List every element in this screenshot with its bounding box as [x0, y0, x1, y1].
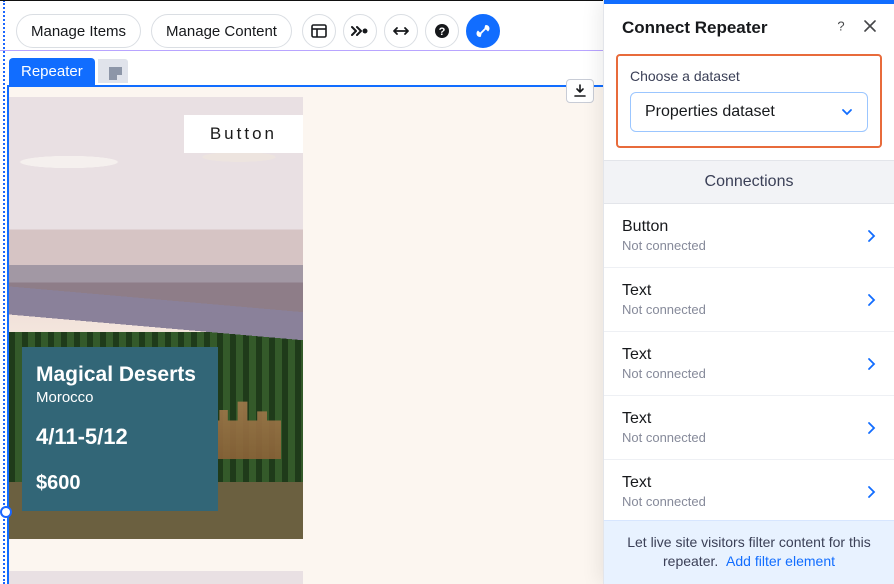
- download-chip-button[interactable]: [566, 79, 594, 103]
- manage-items-button[interactable]: Manage Items: [16, 14, 141, 48]
- connection-row-text[interactable]: Text Not connected: [604, 460, 894, 520]
- connection-row-button[interactable]: Button Not connected: [604, 204, 894, 268]
- repeater-item[interactable]: Button Magical Deserts Morocco 4/11-5/12…: [9, 571, 303, 584]
- connection-label: Text: [622, 282, 706, 300]
- connection-label: Text: [622, 346, 706, 364]
- card-info-panel: Magical Deserts Morocco 4/11-5/12 $600: [22, 347, 218, 511]
- help-icon-button[interactable]: ?: [425, 14, 459, 48]
- panel-close-button[interactable]: [864, 19, 876, 37]
- chevron-right-icon: [866, 229, 876, 243]
- connections-header: Connections: [604, 160, 894, 204]
- connections-list: Button Not connected Text Not connected …: [604, 204, 894, 520]
- layout-icon: [311, 23, 327, 39]
- connection-status: Not connected: [622, 302, 706, 317]
- repeater-tag[interactable]: Repeater: [9, 58, 95, 85]
- connection-status: Not connected: [622, 366, 706, 381]
- grid-glyph-icon: [109, 67, 117, 75]
- chevron-right-icon: [866, 421, 876, 435]
- repeater-item[interactable]: Button Magical Deserts Morocco 4/11-5/12…: [9, 97, 303, 539]
- dataset-selected-value: Properties dataset: [645, 103, 775, 121]
- toolbar-icon-group: ?: [302, 14, 500, 48]
- selection-edge-left: [3, 0, 5, 584]
- connection-status: Not connected: [622, 430, 706, 445]
- chevron-right-icon: [866, 357, 876, 371]
- connection-row-text[interactable]: Text Not connected: [604, 268, 894, 332]
- chevron-right-icon: [866, 485, 876, 499]
- connection-row-text[interactable]: Text Not connected: [604, 396, 894, 460]
- stretch-icon-button[interactable]: [384, 14, 418, 48]
- repeater-canvas[interactable]: Button Magical Deserts Morocco 4/11-5/12…: [7, 85, 603, 584]
- panel-header: Connect Repeater ?: [604, 4, 894, 52]
- connection-label: Button: [622, 218, 706, 236]
- repeater-grid: Button Magical Deserts Morocco 4/11-5/12…: [9, 87, 603, 584]
- panel-hint: Let live site visitors filter content fo…: [604, 520, 894, 584]
- dataset-select[interactable]: Properties dataset: [630, 92, 868, 132]
- card-price: $600: [36, 472, 204, 495]
- manage-content-button[interactable]: Manage Content: [151, 14, 292, 48]
- svg-text:?: ?: [837, 19, 844, 33]
- chevron-right-icon: [866, 293, 876, 307]
- choose-dataset-block: Choose a dataset Properties dataset: [616, 54, 882, 148]
- card-button[interactable]: Button: [184, 115, 303, 153]
- card-image: [9, 571, 303, 584]
- selection-tag-row: Repeater: [9, 57, 128, 85]
- manage-items-label: Manage Items: [31, 23, 126, 40]
- connection-status: Not connected: [622, 238, 706, 253]
- connection-status: Not connected: [622, 494, 706, 509]
- chevron-down-icon: [841, 106, 853, 118]
- choose-dataset-label: Choose a dataset: [630, 68, 868, 84]
- add-filter-element-link[interactable]: Add filter element: [726, 553, 835, 569]
- card-dates: 4/11-5/12: [36, 424, 204, 450]
- repeater-aux-tag[interactable]: [98, 59, 128, 83]
- connection-label: Text: [622, 410, 706, 428]
- card-button-label: Button: [210, 124, 277, 143]
- panel-help-button[interactable]: ?: [834, 19, 848, 38]
- manage-content-label: Manage Content: [166, 23, 277, 40]
- help-icon: ?: [434, 23, 450, 39]
- animation-icon: [351, 24, 369, 38]
- svg-text:?: ?: [439, 26, 446, 38]
- connection-label: Text: [622, 474, 706, 492]
- card-subtitle: Morocco: [36, 389, 204, 406]
- connect-repeater-panel: Connect Repeater ? Choose a dataset Prop…: [603, 0, 894, 584]
- card-title: Magical Deserts: [36, 363, 204, 387]
- animation-icon-button[interactable]: [343, 14, 377, 48]
- layout-icon-button[interactable]: [302, 14, 336, 48]
- stretch-icon: [392, 25, 410, 37]
- close-icon: [864, 20, 876, 32]
- panel-title: Connect Repeater: [622, 18, 767, 38]
- repeater-tag-label: Repeater: [21, 63, 83, 80]
- connect-data-icon: [475, 23, 491, 39]
- connect-data-icon-button[interactable]: [466, 14, 500, 48]
- connections-header-label: Connections: [705, 173, 794, 190]
- download-icon: [573, 84, 587, 98]
- help-icon: ?: [834, 19, 848, 33]
- connection-row-text[interactable]: Text Not connected: [604, 332, 894, 396]
